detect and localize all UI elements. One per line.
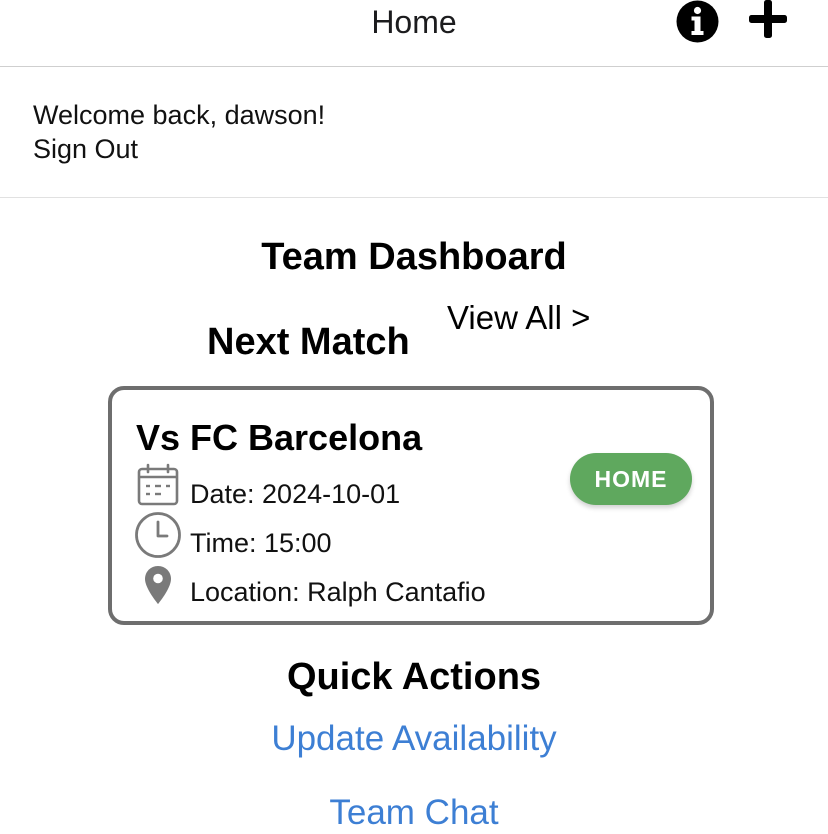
home-screen: Home Welcome back, dawson! Sign Out Team… [0, 0, 828, 834]
sign-out-button[interactable]: Sign Out [33, 132, 138, 166]
match-location: Location: Ralph Cantafio [190, 577, 486, 607]
match-time: Time: 15:00 [190, 528, 332, 558]
welcome-message: Welcome back, dawson! [33, 100, 326, 130]
team-dashboard-title: Team Dashboard [261, 236, 567, 278]
next-match-heading: Next Match [207, 321, 410, 363]
match-opponent: Vs FC Barcelona [136, 417, 423, 458]
team-chat-link[interactable]: Team Chat [0, 791, 828, 834]
match-date: Date: 2024-10-01 [190, 479, 401, 509]
clock-icon [134, 511, 182, 559]
next-match-card[interactable]: Vs FC Barcelona HOME Date: 2024-10-01 Ti… [108, 386, 714, 625]
navigation-header: Home [0, 0, 828, 67]
quick-actions-title: Quick Actions [286, 656, 542, 698]
plus-icon[interactable] [746, 0, 790, 40]
view-all-link[interactable]: View All > [447, 297, 590, 339]
welcome-section: Welcome back, dawson! Sign Out [0, 67, 828, 198]
update-availability-link[interactable]: Update Availability [0, 717, 828, 761]
home-badge: HOME [570, 453, 692, 505]
info-circle-icon[interactable] [676, 0, 719, 43]
location-pin-icon [144, 565, 172, 605]
calendar-icon [136, 463, 180, 507]
